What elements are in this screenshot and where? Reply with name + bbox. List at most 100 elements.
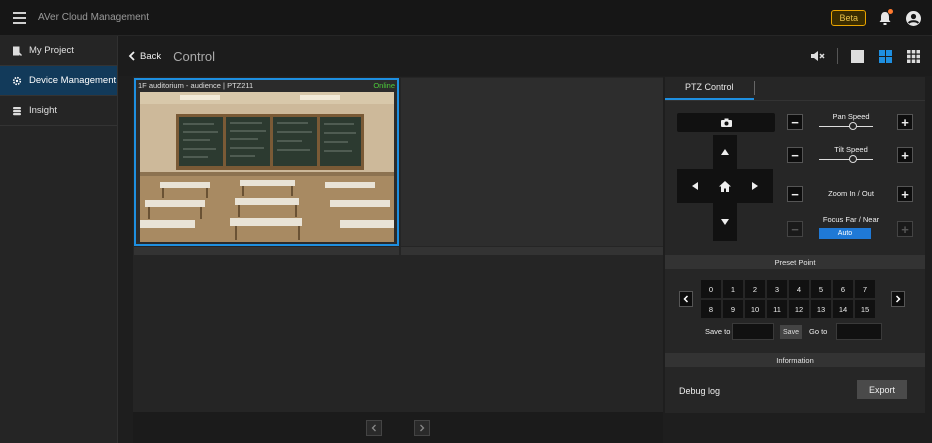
preset-point-button[interactable]: 5 [811, 280, 831, 298]
slider-knob[interactable] [849, 155, 857, 163]
sidebar-item-label: Insight [29, 105, 57, 116]
beta-badge: Beta [831, 10, 866, 26]
preset-point-button[interactable]: 13 [811, 300, 831, 318]
pan-speed-plus-button[interactable]: + [897, 114, 913, 130]
export-button[interactable]: Export [857, 380, 907, 399]
camera-icon [720, 118, 732, 127]
focus-auto-button[interactable]: Auto [819, 228, 871, 239]
pan-left-button[interactable] [677, 169, 713, 203]
tilt-speed-minus-button[interactable]: − [787, 147, 803, 163]
user-account-icon[interactable] [904, 9, 922, 27]
chevron-right-icon [895, 295, 901, 303]
save-to-input[interactable] [732, 323, 774, 340]
zoom-in-button[interactable]: + [897, 186, 913, 202]
preset-point-button[interactable]: 9 [723, 300, 743, 318]
back-button[interactable]: Back [128, 51, 161, 62]
sidebar-item-label: My Project [29, 45, 74, 56]
gear-icon [12, 76, 22, 86]
chevron-left-icon [683, 295, 689, 303]
preset-prev-button[interactable] [679, 291, 693, 307]
tilt-speed-label: Tilt Speed [834, 145, 868, 154]
pan-speed-label: Pan Speed [832, 112, 870, 121]
pan-speed-slider[interactable] [819, 122, 873, 130]
ptz-panel: PTZ Control − Pan Speed + − Tilt Speed +… [665, 77, 925, 413]
pan-speed-minus-button[interactable]: − [787, 114, 803, 130]
camera-feed-image [140, 92, 394, 242]
preset-point-button[interactable]: 1 [723, 280, 743, 298]
menu-icon[interactable] [0, 0, 38, 36]
sidebar-item-insight[interactable]: Insight [0, 96, 117, 126]
save-button[interactable]: Save [780, 325, 802, 339]
video-cell-empty[interactable] [401, 78, 663, 246]
quad-view-icon[interactable] [876, 47, 894, 65]
pan-down-button[interactable] [713, 203, 737, 241]
preset-point-button[interactable]: 3 [767, 280, 787, 298]
focus-near-button[interactable]: − [787, 221, 803, 237]
prev-page-button[interactable] [366, 419, 382, 436]
preset-point-button[interactable]: 6 [833, 280, 853, 298]
video-cell-footer [401, 247, 663, 255]
app-root: AVer Cloud Management Beta My Project De… [0, 0, 932, 443]
information-header: Information [665, 353, 925, 367]
zoom-control: − Zoom In / Out + [787, 186, 915, 206]
preset-point-button[interactable]: 12 [789, 300, 809, 318]
home-button[interactable] [713, 169, 737, 203]
database-icon [12, 106, 22, 116]
tab-ptz-control[interactable]: PTZ Control [665, 76, 754, 100]
next-page-button[interactable] [414, 419, 430, 436]
video-grid: 1F auditorium - audience | PTZ211 Online [133, 77, 663, 412]
pan-right-button[interactable] [737, 169, 773, 203]
triangle-right-icon [752, 182, 758, 190]
preset-point-button[interactable]: 2 [745, 280, 765, 298]
app-title: AVer Cloud Management [38, 12, 149, 23]
preset-save-row: Save to Save Go to [705, 323, 925, 341]
preset-point-button[interactable]: 10 [745, 300, 765, 318]
pan-up-button[interactable] [713, 135, 737, 169]
chevron-left-icon [128, 51, 135, 61]
pan-speed-control: − Pan Speed + [787, 112, 915, 134]
preset-point-button[interactable]: 15 [855, 300, 875, 318]
preset-point-button[interactable]: 11 [767, 300, 787, 318]
tilt-speed-plus-button[interactable]: + [897, 147, 913, 163]
go-to-input[interactable] [836, 323, 882, 340]
main-header: Back Control [118, 36, 932, 76]
divider [837, 48, 838, 64]
mute-icon[interactable] [809, 47, 827, 65]
page-title: Control [173, 48, 216, 64]
home-icon [719, 180, 731, 192]
preset-point-button[interactable]: 8 [701, 300, 721, 318]
preset-point-button[interactable]: 14 [833, 300, 853, 318]
chevron-left-icon [371, 424, 376, 431]
slider-knob[interactable] [849, 122, 857, 130]
sidebar-item-my-project[interactable]: My Project [0, 36, 117, 66]
notification-dot [888, 9, 893, 14]
tilt-speed-slider[interactable] [819, 155, 873, 163]
camera-label: 1F auditorium - audience | PTZ211 [138, 81, 254, 90]
preset-next-button[interactable] [891, 291, 905, 307]
status-badge: Online [373, 81, 395, 90]
panel-tabs: PTZ Control [665, 77, 925, 101]
save-to-label: Save to [705, 327, 731, 336]
preset-point-button[interactable]: 0 [701, 280, 721, 298]
focus-label: Focus Far / Near [822, 215, 880, 224]
top-bar: AVer Cloud Management Beta [0, 0, 932, 36]
snapshot-button[interactable] [677, 113, 775, 132]
focus-far-button[interactable]: + [897, 221, 913, 237]
go-to-label: Go to [809, 327, 828, 336]
bell-icon[interactable] [876, 9, 894, 27]
sidebar-item-device-management[interactable]: Device Management [0, 66, 117, 96]
chevron-right-icon [420, 424, 425, 431]
video-cell-selected[interactable]: 1F auditorium - audience | PTZ211 Online [134, 78, 399, 246]
project-icon [12, 46, 22, 56]
triangle-left-icon [692, 182, 698, 190]
single-view-icon[interactable] [848, 47, 866, 65]
preset-point-button[interactable]: 4 [789, 280, 809, 298]
sidebar-item-label: Device Management [29, 75, 117, 86]
nine-view-icon[interactable] [904, 47, 922, 65]
zoom-out-button[interactable]: − [787, 186, 803, 202]
preset-point-button[interactable]: 7 [855, 280, 875, 298]
debug-log-label: Debug log [679, 386, 721, 396]
triangle-down-icon [721, 219, 729, 225]
focus-control: − Focus Far / Near Auto + [787, 215, 915, 251]
tilt-speed-control: − Tilt Speed + [787, 145, 915, 167]
